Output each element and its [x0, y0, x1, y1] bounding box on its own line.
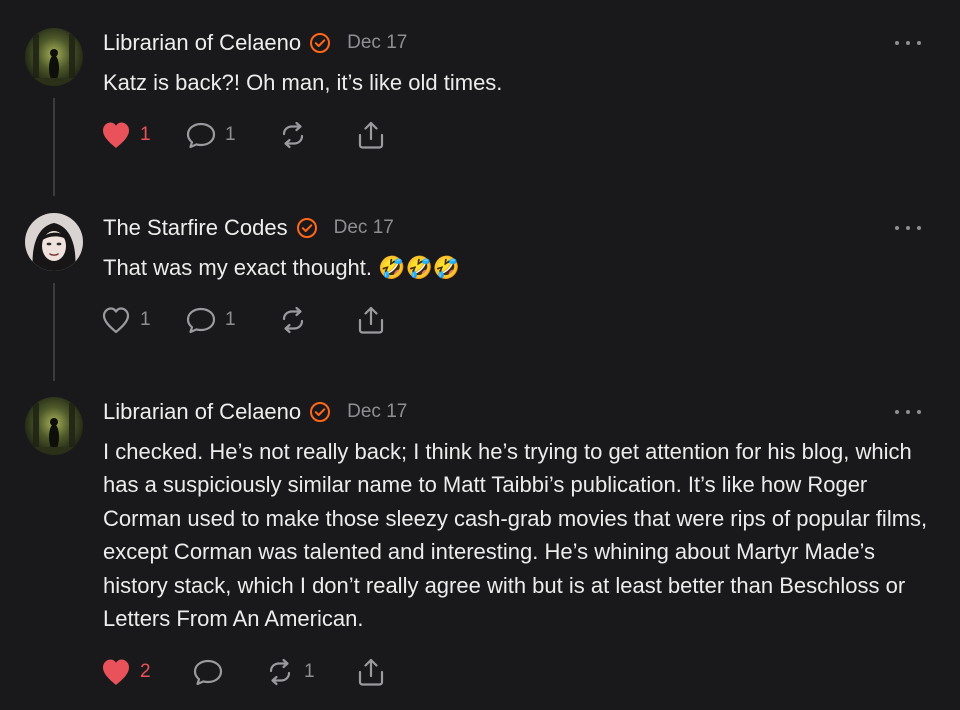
like-count: 2: [140, 661, 151, 682]
share-upload-icon: [355, 657, 387, 687]
comment-text: I checked. He’s not really back; I think…: [103, 439, 928, 632]
comment-date[interactable]: Dec 17: [347, 32, 407, 54]
comment-text: Katz is back?! Oh man, it’s like old tim…: [103, 70, 503, 95]
share-button[interactable]: [355, 303, 387, 337]
verified-badge-icon: [309, 401, 331, 423]
reply-button[interactable]: [192, 655, 232, 689]
avatar[interactable]: [25, 397, 83, 455]
like-button[interactable]: 1: [100, 118, 151, 152]
comment-date[interactable]: Dec 17: [334, 217, 394, 239]
like-count: 1: [140, 124, 151, 145]
heart-outline-icon: [100, 305, 132, 335]
author-name[interactable]: The Starfire Codes: [103, 215, 288, 241]
author-name[interactable]: Librarian of Celaeno: [103, 30, 301, 56]
avatar[interactable]: [25, 28, 83, 86]
comment-header: Librarian of Celaeno Dec 17: [103, 397, 407, 427]
restack-arrows-icon: [264, 657, 296, 687]
restack-arrows-icon: [277, 305, 309, 335]
like-button[interactable]: 2: [100, 655, 151, 689]
like-count: 1: [140, 309, 151, 330]
thread-line: [53, 98, 55, 196]
restack-arrows-icon: [277, 120, 309, 150]
share-upload-icon: [355, 305, 387, 335]
comment-1: Librarian of Celaeno Dec 17 Katz is back…: [0, 28, 960, 198]
reply-button[interactable]: 1: [185, 303, 236, 337]
like-button[interactable]: 1: [100, 303, 151, 337]
more-options-icon[interactable]: [895, 221, 921, 235]
verified-badge-icon: [296, 217, 318, 239]
speech-bubble-icon: [185, 305, 217, 335]
more-options-icon[interactable]: [895, 405, 921, 419]
more-options-icon[interactable]: [895, 36, 921, 50]
author-name[interactable]: Librarian of Celaeno: [103, 399, 301, 425]
share-button[interactable]: [355, 655, 387, 689]
avatar[interactable]: [25, 213, 83, 271]
heart-filled-icon: [100, 657, 132, 687]
reply-button[interactable]: 1: [185, 118, 236, 152]
comment-header: The Starfire Codes Dec 17: [103, 213, 394, 243]
comment-3: Librarian of Celaeno Dec 17 I checked. H…: [0, 397, 960, 697]
reply-count: 1: [225, 124, 236, 145]
speech-bubble-icon: [185, 120, 217, 150]
comment-date[interactable]: Dec 17: [347, 401, 407, 423]
heart-filled-icon: [100, 120, 132, 150]
share-button[interactable]: [355, 118, 387, 152]
comment-header: Librarian of Celaeno Dec 17: [103, 28, 407, 58]
restack-button[interactable]: 1: [264, 655, 315, 689]
verified-badge-icon: [309, 32, 331, 54]
comment-2: The Starfire Codes Dec 17 That was my ex…: [0, 213, 960, 383]
restack-button[interactable]: [277, 118, 317, 152]
reply-count: 1: [225, 309, 236, 330]
share-upload-icon: [355, 120, 387, 150]
comment-text: That was my exact thought. 🤣🤣🤣: [103, 255, 461, 280]
thread-line: [53, 283, 55, 381]
speech-bubble-icon: [192, 657, 224, 687]
restack-button[interactable]: [277, 303, 317, 337]
restack-count: 1: [304, 661, 315, 682]
